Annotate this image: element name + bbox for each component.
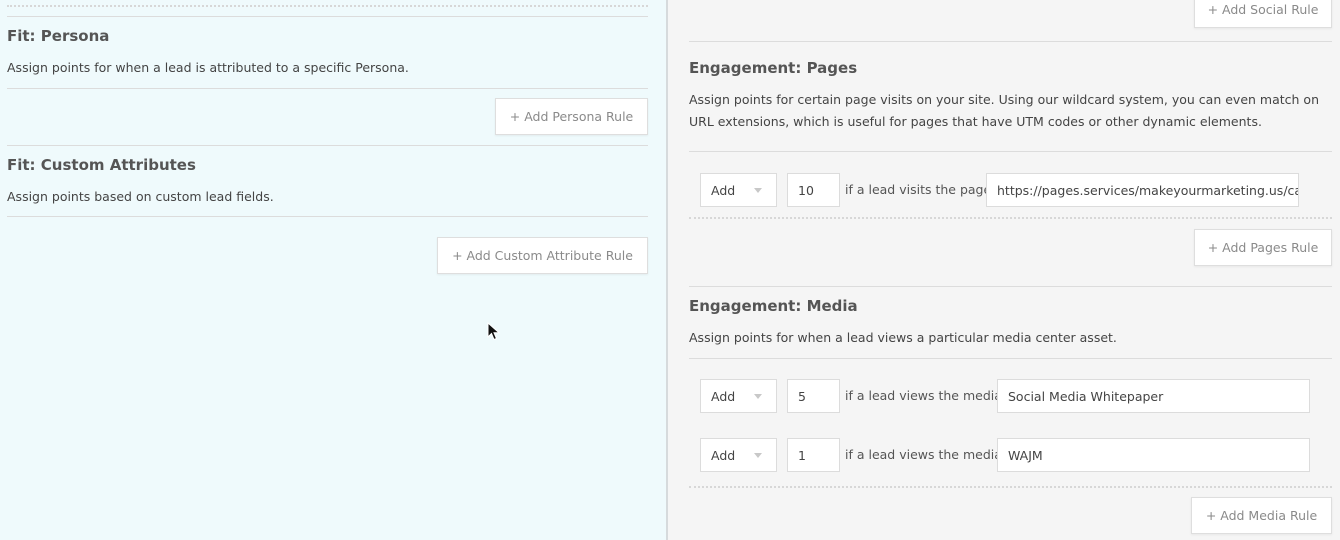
chevron-down-icon [754,453,762,458]
divider [7,88,648,89]
add-social-rule-button[interactable]: + Add Social Rule [1194,0,1332,28]
rule-action-dropdown[interactable]: Add [700,379,777,413]
section-title-persona: Fit: Persona [7,27,110,45]
section-description-pages: Assign points for certain page visits on… [689,92,1319,129]
add-pages-rule-button[interactable]: + Add Pages Rule [1194,229,1332,266]
add-custom-attribute-rule-button[interactable]: + Add Custom Attribute Rule [437,237,648,274]
rule-action-dropdown[interactable]: Add [700,173,777,207]
divider [689,41,1332,42]
chevron-down-icon [754,394,762,399]
mouse-pointer-icon [487,322,501,341]
section-title-media: Engagement: Media [689,297,858,315]
rule-points-input[interactable]: 10 [787,173,840,207]
rule-condition-label: if a lead views the media [845,447,1002,462]
rule-media-input[interactable]: WAJM [997,438,1310,472]
add-persona-rule-button[interactable]: + Add Persona Rule [495,98,648,135]
rule-media-input[interactable]: Social Media Whitepaper [997,379,1310,413]
divider [7,16,648,17]
divider [7,216,648,217]
divider [7,145,648,146]
add-media-rule-button[interactable]: + Add Media Rule [1191,497,1332,534]
section-description-media: Assign points for when a lead views a pa… [689,330,1117,345]
divider [689,286,1332,287]
rule-points-input[interactable]: 1 [787,438,840,472]
divider-dotted [689,486,1332,488]
chevron-down-icon [754,188,762,193]
section-description-custom-attributes: Assign points based on custom lead field… [7,189,274,204]
section-description-persona: Assign points for when a lead is attribu… [7,60,409,75]
section-title-custom-attributes: Fit: Custom Attributes [7,156,196,174]
rule-condition-label: if a lead visits the page [845,182,992,197]
right-column: + Add Social Rule Engagement: Pages Assi… [670,0,1340,540]
divider-dotted [7,5,648,7]
rule-page-url-input[interactable]: https://pages.services/makeyourmarketing… [986,173,1299,207]
rule-condition-label: if a lead views the media [845,388,1002,403]
divider [689,358,1332,359]
rule-action-dropdown[interactable]: Add [700,438,777,472]
left-column: Fit: Persona Assign points for when a le… [0,0,668,540]
rule-points-input[interactable]: 5 [787,379,840,413]
divider-dotted [689,217,1332,219]
divider [689,151,1332,152]
section-title-pages: Engagement: Pages [689,59,858,77]
